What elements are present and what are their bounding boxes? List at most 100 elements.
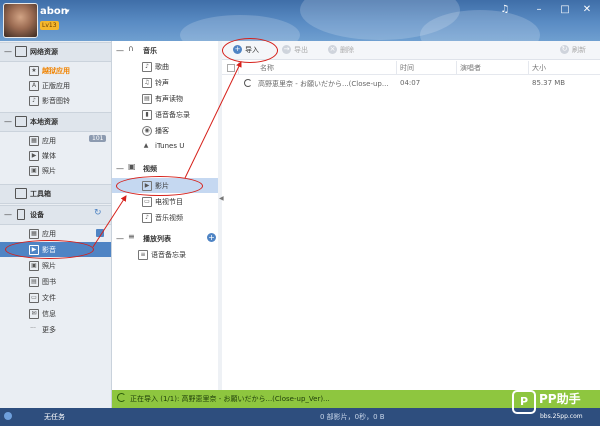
sidebar-item-device-books[interactable]: ▤ 图书 [0,274,111,289]
collapse-icon[interactable]: — [4,210,12,219]
refresh-button[interactable]: ↻ 刷新 [560,44,594,56]
category-label: 铃声 [155,79,169,87]
photo-icon: ▣ [29,166,39,176]
playlist-voice-memos[interactable]: ≡ 语音备忘录 [112,247,218,262]
file-icon: ▭ [29,293,39,303]
collapse-arrow-icon[interactable]: ◀ [219,195,224,202]
sidebar-item-label: 正版应用 [42,82,70,90]
table-row[interactable]: 高野恵里奈 - お願いだから...(Close-up... 04:07 85.3… [222,76,600,90]
watermark-name: PP助手 [539,392,581,406]
sidebar-item-label: 应用 [42,230,56,238]
minimize-icon[interactable]: – [532,4,546,15]
playlist-icon: ≡ [128,232,135,241]
grid-icon: ▦ [29,136,39,146]
film-icon: ▶ [29,151,39,161]
chevron-down-icon[interactable]: ▾ [66,7,70,15]
column-size[interactable]: 大小 [532,63,546,73]
playlist-icon: ≡ [138,250,148,260]
sidebar-item-media-ringtones[interactable]: ♪ 影音图铃 [0,93,111,108]
book-icon: ▤ [142,94,152,104]
music-note-icon: ♪ [142,62,152,72]
refresh-label: 刷新 [572,46,586,54]
group-music[interactable]: — ∩ 音乐 [112,43,218,57]
section-network-resources[interactable]: — 网络资源 [0,42,111,62]
group-label: 播放列表 [143,235,171,243]
collapse-icon[interactable]: — [116,46,124,55]
sidebar-item-device-files[interactable]: ▭ 文件 [0,290,111,305]
group-playlists[interactable]: — ≡ 播放列表 + [112,231,218,245]
badge-icon [96,229,104,237]
sidebar-item-device-more[interactable]: ··· 更多 [0,322,111,337]
category-voice-memos[interactable]: ▮ 语音备忘录 [112,107,218,122]
delete-button[interactable]: × 删除 [328,44,360,56]
sidebar-item-device-apps[interactable]: ▦ 应用 [0,226,111,241]
refresh-icon[interactable]: ↻ [94,208,102,218]
refresh-icon: ↻ [560,45,569,54]
collapse-icon[interactable]: — [4,117,12,126]
task-icon[interactable] [4,412,12,420]
collapse-icon[interactable]: — [116,164,124,173]
sidebar-item-genuine-apps[interactable]: A 正版应用 [0,78,111,93]
sidebar-item-device-photos[interactable]: ▣ 照片 [0,258,111,273]
photo-icon: ▣ [29,261,39,271]
sidebar-item-local-apps[interactable]: ▦ 应用 101 [0,133,111,148]
column-time[interactable]: 时间 [400,63,414,73]
music-note-icon: ♪ [29,96,39,106]
sidebar-item-local-media[interactable]: ▶ 媒体 [0,148,111,163]
group-video[interactable]: — ▣ 视频 [112,161,218,175]
star-icon: ★ [29,66,39,76]
category-ringtones[interactable]: ♫ 铃声 [112,75,218,90]
category-label: 语音备忘录 [155,111,190,119]
microphone-icon: ▮ [142,110,152,120]
collapse-icon[interactable]: — [116,234,124,243]
column-divider [456,61,457,74]
sidebar-item-label: 照片 [42,262,56,270]
music-icon[interactable]: ♫ [498,4,512,15]
sidebar-item-label: 媒体 [42,152,56,160]
category-itunes-u[interactable]: ▲ iTunes U [112,139,218,154]
section-local-resources[interactable]: — 本地资源 [0,112,111,132]
column-divider [396,61,397,74]
category-tv-shows[interactable]: ▭ 电视节目 [112,194,218,209]
column-name[interactable]: 名称 [260,63,274,73]
sidebar-item-device-messages[interactable]: ✉ 信息 [0,306,111,321]
username[interactable]: abon [40,6,68,17]
bell-icon: ♫ [142,78,152,88]
book-icon: ▤ [29,277,39,287]
pp-assistant-watermark: P PP助手 bbs.25pp.com [512,388,600,426]
collapse-icon[interactable]: — [4,47,12,56]
panel-splitter[interactable] [218,41,222,390]
category-label: 音乐视频 [155,214,183,222]
count-badge: 101 [89,135,107,142]
left-sidebar: — 网络资源 ★ 越狱应用 A 正版应用 ♪ 影音图铃 — 本地资源 ▦ 应用 … [0,41,112,408]
watermark-url: bbs.25pp.com [540,413,583,420]
avatar[interactable] [3,3,38,38]
close-icon[interactable]: ✕ [580,4,594,15]
export-button[interactable]: → 导出 [282,44,314,56]
category-audiobooks[interactable]: ▤ 有声读物 [112,91,218,106]
sidebar-item-jailbreak-apps[interactable]: ★ 越狱应用 [0,63,111,78]
delete-icon: × [328,45,337,54]
select-all-checkbox[interactable] [227,64,235,72]
section-label: 本地资源 [30,118,58,126]
task-status[interactable]: 无任务 [44,412,65,422]
column-artist[interactable]: 演唱者 [460,63,481,73]
section-device[interactable]: — 设备 ↻ [0,205,111,225]
podcast-icon: ◉ [142,126,152,136]
import-status-text: 正在导入 (1/1): 高野恵里奈 - お願いだから...(Close-up_V… [130,395,330,403]
category-songs[interactable]: ♪ 歌曲 [112,59,218,74]
category-music-videos[interactable]: ♪ 音乐视频 [112,210,218,225]
category-podcasts[interactable]: ◉ 播客 [112,123,218,138]
app-store-icon: A [29,81,39,91]
sidebar-item-label: 照片 [42,167,56,175]
monitor-icon [15,116,27,127]
category-label: 语音备忘录 [151,251,186,259]
section-toolbox[interactable]: 工具箱 [0,184,111,204]
add-playlist-icon[interactable]: + [207,233,216,242]
pp-logo-icon: P [512,390,536,414]
sidebar-item-local-photos[interactable]: ▣ 照片 [0,163,111,178]
maximize-icon[interactable]: □ [558,4,572,15]
sidebar-item-label: 文件 [42,294,56,302]
export-icon: → [282,45,291,54]
row-name: 高野恵里奈 - お願いだから...(Close-up... [258,80,389,88]
